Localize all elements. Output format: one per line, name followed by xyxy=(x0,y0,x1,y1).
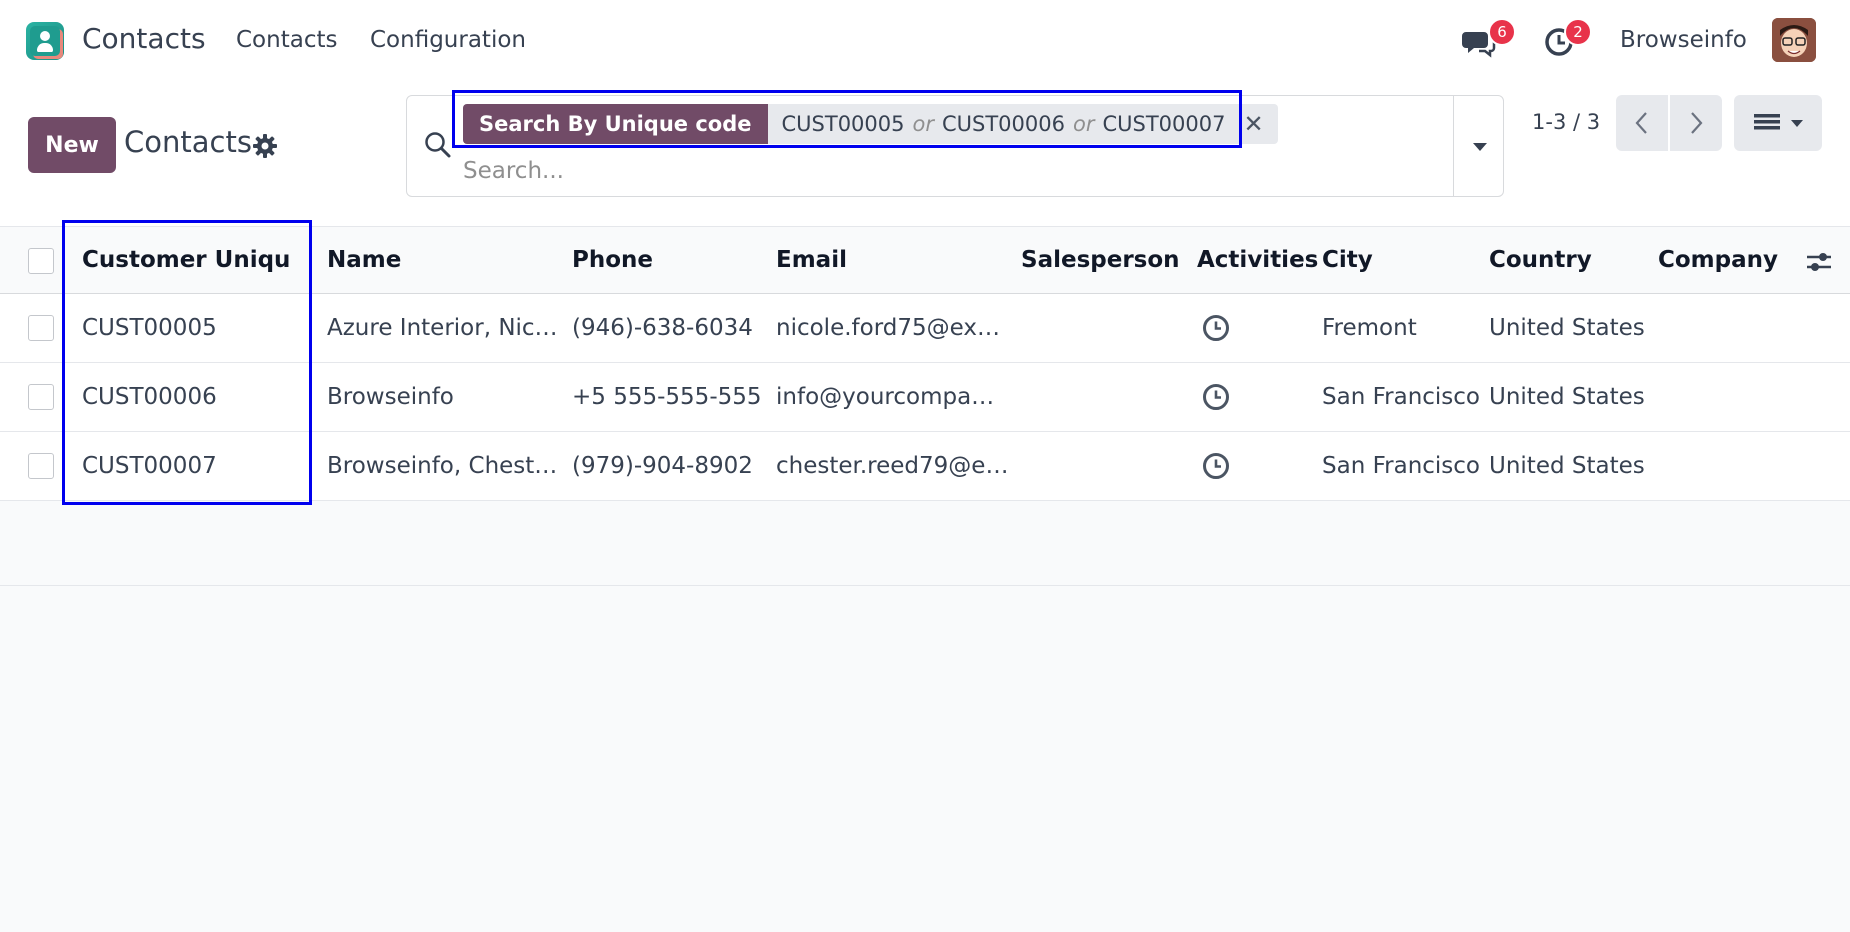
activities-badge: 2 xyxy=(1564,18,1592,46)
activity-button[interactable] xyxy=(1202,294,1242,362)
cell-email: info@yourcompa… xyxy=(776,384,995,410)
user-avatar[interactable] xyxy=(1772,18,1816,62)
cell-name: Azure Interior, Nic… xyxy=(327,315,557,341)
activity-button[interactable] xyxy=(1202,363,1242,431)
cell-company xyxy=(1658,432,1798,500)
cell-country: United States xyxy=(1489,384,1645,410)
pager-value[interactable]: 1-3 / 3 xyxy=(1532,110,1600,134)
row-checkbox[interactable] xyxy=(28,453,54,479)
activity-clock-icon xyxy=(1203,315,1229,341)
pager-previous[interactable] xyxy=(1616,95,1668,151)
cell-company xyxy=(1658,363,1798,431)
cell-salesperson xyxy=(1021,363,1181,431)
cell-name: Browseinfo xyxy=(327,384,454,410)
messages-badge: 6 xyxy=(1488,18,1516,46)
chevron-left-icon xyxy=(1635,112,1647,134)
caret-down-icon xyxy=(1791,120,1803,127)
search-options-toggle[interactable] xyxy=(1453,96,1503,196)
optional-columns-icon[interactable] xyxy=(1806,249,1832,275)
app-title[interactable]: Contacts xyxy=(82,22,206,55)
row-checkbox[interactable] xyxy=(28,384,54,410)
cell-country: United States xyxy=(1489,315,1645,341)
column-country[interactable]: Country xyxy=(1489,227,1639,293)
column-name[interactable]: Name xyxy=(327,227,527,293)
menu-contacts[interactable]: Contacts xyxy=(236,27,337,53)
column-company[interactable]: Company xyxy=(1658,227,1798,293)
view-switcher-button[interactable] xyxy=(1734,95,1822,151)
column-highlight-box xyxy=(62,220,312,505)
cell-company xyxy=(1658,294,1798,362)
cell-phone: (979)-904-8902 xyxy=(572,453,753,479)
menu-configuration[interactable]: Configuration xyxy=(370,27,526,53)
page-title: Contacts xyxy=(124,125,252,159)
cell-salesperson xyxy=(1021,432,1181,500)
facet-highlight-box xyxy=(452,90,1242,148)
contacts-app-icon[interactable] xyxy=(26,22,64,60)
user-name[interactable]: Browseinfo xyxy=(1620,27,1747,53)
cell-city: Fremont xyxy=(1322,315,1417,341)
cell-phone: +5 555-555-5555 xyxy=(572,384,762,410)
activity-clock-icon xyxy=(1203,453,1229,479)
column-email[interactable]: Email xyxy=(776,227,996,293)
cell-phone: (946)-638-6034 xyxy=(572,315,753,341)
cell-email: nicole.ford75@ex… xyxy=(776,315,1000,341)
pager-next[interactable] xyxy=(1670,95,1722,151)
cell-country: United States xyxy=(1489,453,1645,479)
column-salesperson[interactable]: Salesperson xyxy=(1021,227,1191,293)
cell-name: Browseinfo, Chest… xyxy=(327,453,557,479)
cell-email: chester.reed79@e… xyxy=(776,453,1006,479)
search-input[interactable] xyxy=(463,154,1363,188)
list-view-icon xyxy=(1754,114,1780,130)
select-all-checkbox[interactable] xyxy=(28,248,54,274)
cell-salesperson xyxy=(1021,294,1181,362)
activity-clock-icon xyxy=(1203,384,1229,410)
row-checkbox[interactable] xyxy=(28,315,54,341)
gear-icon[interactable] xyxy=(252,133,278,159)
new-button[interactable]: New xyxy=(28,117,116,173)
search-icon[interactable] xyxy=(423,130,453,160)
chevron-right-icon xyxy=(1691,112,1703,134)
column-activities[interactable]: Activities xyxy=(1197,227,1327,293)
cell-city: San Francisco xyxy=(1322,453,1481,479)
column-phone[interactable]: Phone xyxy=(572,227,752,293)
column-city[interactable]: City xyxy=(1322,227,1472,293)
facet-close-icon[interactable]: ✕ xyxy=(1243,110,1263,138)
list-footer xyxy=(0,518,1850,586)
top-navbar: Contacts Contacts Configuration 6 2 Brow… xyxy=(0,0,1850,80)
activity-button[interactable] xyxy=(1202,432,1242,500)
cell-city: San Francisco xyxy=(1322,384,1481,410)
